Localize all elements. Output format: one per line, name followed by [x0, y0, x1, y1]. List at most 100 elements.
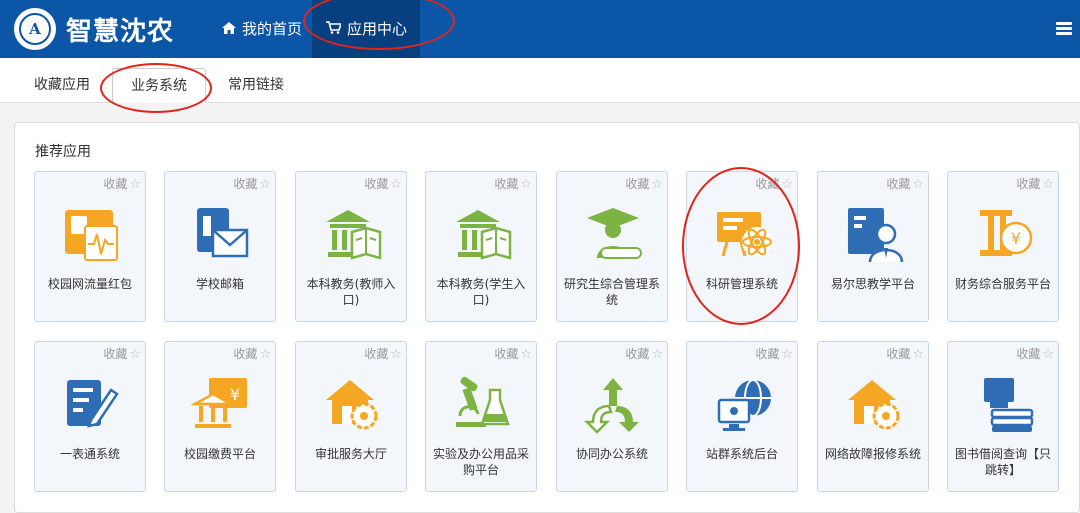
tab-business-systems[interactable]: 业务系统 — [112, 68, 206, 103]
app-card[interactable]: 收藏 ☆ 实验及办公用品采购平台 — [425, 341, 537, 492]
repair-house-gear-icon — [844, 374, 904, 434]
app-name: 研究生综合管理系统 — [563, 277, 660, 307]
app-card[interactable]: 收藏 ☆ 审批服务大厅 — [295, 341, 407, 492]
star-icon: ☆ — [520, 347, 532, 362]
favorite-label: 收藏 — [364, 177, 389, 191]
library-books-icon — [974, 374, 1034, 434]
favorite-label: 收藏 — [103, 347, 128, 361]
app-name: 一表通系统 — [59, 447, 120, 461]
star-icon: ☆ — [1042, 177, 1054, 192]
app-name: 学校邮箱 — [195, 277, 244, 291]
favorite-label: 收藏 — [1016, 177, 1041, 191]
svg-text:¥: ¥ — [1011, 229, 1021, 248]
form-pen-icon — [61, 374, 121, 434]
app-name: 校园缴费平台 — [183, 447, 256, 461]
app-card[interactable]: 收藏 ☆ 一表通系统 — [34, 341, 146, 492]
favorite-button[interactable]: 收藏 ☆ — [625, 345, 663, 362]
app-card[interactable]: 收藏 ☆ 协同办公系统 — [556, 341, 668, 492]
app-name: 校园网流量红包 — [47, 277, 132, 291]
cart-icon — [326, 2, 343, 60]
app-name: 易尔思教学平台 — [830, 277, 915, 291]
app-name: 网络故障报修系统 — [824, 447, 921, 461]
finance-yuan-icon: ¥ — [974, 204, 1034, 264]
favorite-label: 收藏 — [103, 177, 128, 191]
favorite-button[interactable]: 收藏 ☆ — [364, 175, 402, 192]
favorite-label: 收藏 — [886, 347, 911, 361]
hamburger-menu-icon[interactable] — [1056, 22, 1072, 36]
section-title: 推荐应用 — [35, 144, 91, 160]
brand-title[interactable]: 智慧沈农 — [66, 11, 174, 48]
tab-bar: 收藏应用 业务系统 常用链接 — [0, 58, 1080, 103]
tab-favorites[interactable]: 收藏应用 — [16, 68, 108, 103]
network-traffic-icon — [61, 204, 121, 264]
favorite-button[interactable]: 收藏 ☆ — [494, 345, 532, 362]
app-name: 实验及办公用品采购平台 — [432, 447, 529, 477]
favorite-label: 收藏 — [233, 177, 258, 191]
lab-microscope-icon — [452, 374, 512, 434]
app-card[interactable]: 收藏 ☆ 学校邮箱 — [164, 171, 276, 322]
star-icon: ☆ — [390, 177, 402, 192]
nav-my-home[interactable]: 我的首页 — [222, 0, 302, 58]
star-icon: ☆ — [520, 177, 532, 192]
app-card[interactable]: 收藏 ☆ 易尔思教学平台 — [817, 171, 929, 322]
favorite-button[interactable]: 收藏 ☆ — [886, 175, 924, 192]
app-name: 站群系统后台 — [705, 447, 778, 461]
app-card[interactable]: 收藏 ☆ 站群系统后台 — [686, 341, 798, 492]
favorite-button[interactable]: 收藏 ☆ — [1016, 175, 1054, 192]
top-navbar: A 智慧沈农 我的首页 应用中心 — [0, 0, 1080, 58]
site-globe-icon — [713, 374, 773, 434]
payment-bank-icon: ¥ — [190, 374, 251, 434]
app-card[interactable]: 收藏 ☆ 校园网流量红包 — [34, 171, 146, 322]
app-card[interactable]: 收藏 ☆ ¥ 校园缴费平台 — [164, 341, 276, 492]
app-name: 协同办公系统 — [575, 447, 648, 461]
research-atom-icon — [713, 204, 773, 264]
favorite-label: 收藏 — [886, 177, 911, 191]
favorite-label: 收藏 — [755, 347, 780, 361]
star-icon: ☆ — [651, 347, 663, 362]
favorite-label: 收藏 — [494, 347, 519, 361]
app-card[interactable]: 收藏 ☆ 本科教务(学生入口) — [425, 171, 537, 322]
star-icon: ☆ — [129, 347, 141, 362]
star-icon: ☆ — [912, 347, 924, 362]
app-card[interactable]: 收藏 ☆ 图书借阅查询【只跳转】 — [947, 341, 1059, 492]
star-icon: ☆ — [129, 177, 141, 192]
favorite-button[interactable]: 收藏 ☆ — [755, 175, 793, 192]
academic-building-icon — [452, 204, 512, 264]
app-card[interactable]: 收藏 ☆ 研究生综合管理系统 — [556, 171, 668, 322]
app-name: 审批服务大厅 — [314, 447, 387, 461]
app-name: 本科教务(学生入口) — [436, 277, 526, 307]
approval-house-gear-icon — [322, 374, 382, 434]
favorite-label: 收藏 — [625, 177, 650, 191]
star-icon: ☆ — [651, 177, 663, 192]
star-icon: ☆ — [781, 177, 793, 192]
home-icon — [222, 2, 236, 60]
app-card[interactable]: 收藏 ☆ 本科教务(教师入口) — [295, 171, 407, 322]
academic-building-icon — [322, 204, 382, 264]
favorite-button[interactable]: 收藏 ☆ — [1016, 345, 1054, 362]
nav-app-center[interactable]: 应用中心 — [312, 0, 420, 58]
app-name: 科研管理系统 — [705, 277, 778, 291]
favorite-label: 收藏 — [1016, 347, 1041, 361]
app-name: 图书借阅查询【只跳转】 — [954, 447, 1051, 477]
graduate-icon — [583, 204, 643, 264]
favorite-button[interactable]: 收藏 ☆ — [103, 175, 141, 192]
favorite-button[interactable]: 收藏 ☆ — [755, 345, 793, 362]
favorite-label: 收藏 — [755, 177, 780, 191]
favorite-button[interactable]: 收藏 ☆ — [103, 345, 141, 362]
tab-common-links[interactable]: 常用链接 — [210, 68, 302, 103]
favorite-button[interactable]: 收藏 ☆ — [233, 345, 271, 362]
star-icon: ☆ — [259, 347, 271, 362]
university-logo[interactable]: A — [14, 8, 56, 50]
star-icon: ☆ — [781, 347, 793, 362]
app-card[interactable]: 收藏 ☆ 科研管理系统 — [686, 171, 798, 322]
favorite-button[interactable]: 收藏 ☆ — [233, 175, 271, 192]
favorite-button[interactable]: 收藏 ☆ — [886, 345, 924, 362]
teacher-board-icon — [844, 204, 904, 264]
favorite-button[interactable]: 收藏 ☆ — [625, 175, 663, 192]
app-card[interactable]: 收藏 ☆ ¥ 财务综合服务平台 — [947, 171, 1059, 322]
favorite-button[interactable]: 收藏 ☆ — [494, 175, 532, 192]
app-card[interactable]: 收藏 ☆ 网络故障报修系统 — [817, 341, 929, 492]
favorite-label: 收藏 — [625, 347, 650, 361]
favorite-button[interactable]: 收藏 ☆ — [364, 345, 402, 362]
app-name: 财务综合服务平台 — [954, 277, 1051, 291]
